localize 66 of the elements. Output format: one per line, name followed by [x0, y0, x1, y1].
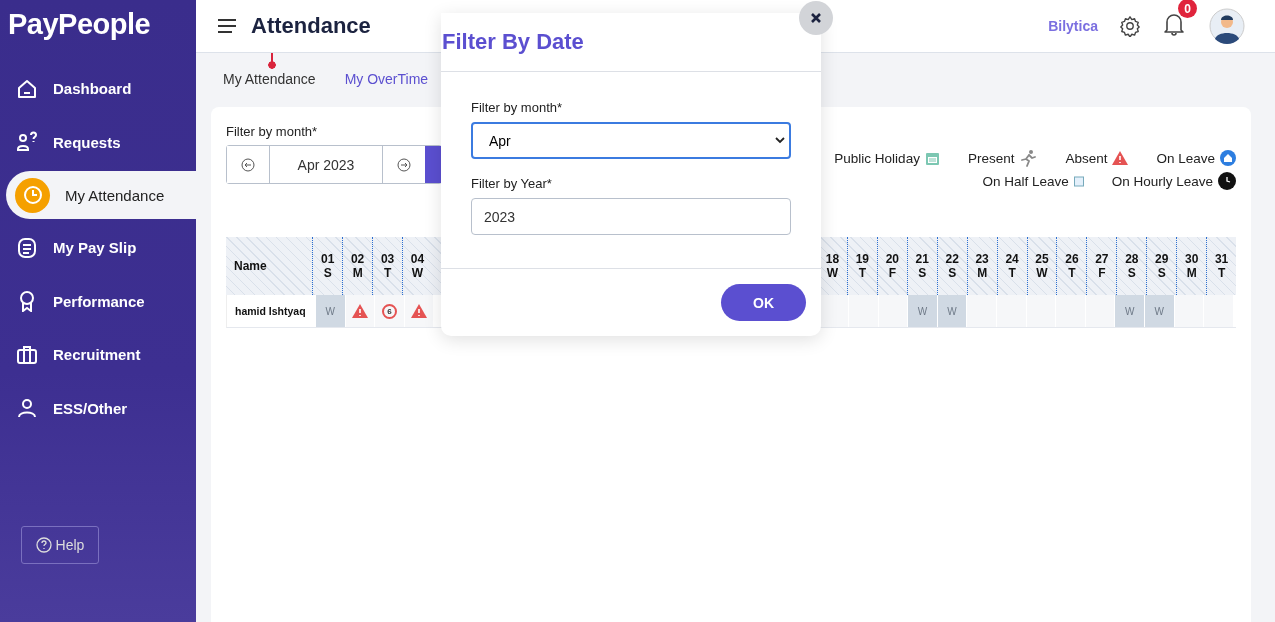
sidebar-item[interactable]: My Attendance [6, 171, 196, 219]
active-marker [268, 53, 276, 69]
late-badge: 6 [382, 303, 397, 319]
avatar-icon[interactable] [1209, 8, 1245, 44]
sidebar-item[interactable]: Performance [0, 274, 196, 328]
year-input[interactable]: 2023 [471, 198, 791, 235]
table-cell [1085, 295, 1115, 327]
month-select[interactable]: Apr [471, 122, 791, 159]
ok-button[interactable]: OK [721, 284, 806, 321]
table-cell [878, 295, 908, 327]
sidebar-item[interactable]: Recruitment [0, 328, 196, 382]
briefcase-icon [16, 343, 38, 366]
table-cell [848, 295, 878, 327]
legend-label: On Leave [1156, 150, 1215, 166]
legend-label: On Half Leave [982, 173, 1069, 189]
calendar-icon [1073, 175, 1084, 187]
table-cell [996, 295, 1026, 327]
help-button[interactable]: Help [21, 526, 99, 564]
weekend-cell: W [1115, 295, 1144, 327]
table-cell [1174, 295, 1204, 327]
table-cell [967, 295, 996, 327]
sidebar-item[interactable]: ESS/Other [0, 381, 196, 435]
dialog-title: Filter By Date [441, 13, 821, 72]
sidebar-item[interactable]: My Pay Slip [0, 221, 196, 275]
person-question-icon [16, 131, 38, 154]
clock-icon [15, 177, 50, 213]
weekend-cell: W [316, 295, 345, 327]
company-name[interactable]: Bilytica [1048, 18, 1098, 34]
legend-label: Public Holiday [834, 150, 920, 166]
page-title: Attendance [251, 13, 371, 39]
weekend-cell: W [1144, 295, 1174, 327]
filter-label: Filter by month* [226, 124, 319, 139]
weekend-cell: W [908, 295, 937, 327]
sidebar-item[interactable]: Dashboard [0, 62, 196, 116]
notification-badge: 0 [1178, 0, 1197, 18]
clock-icon [1218, 172, 1236, 190]
table-cell [1026, 295, 1056, 327]
tab[interactable]: My Attendance [223, 71, 316, 91]
warning-icon [1112, 151, 1129, 165]
table-cell [1204, 295, 1233, 327]
field-label: Filter by month* [471, 100, 564, 115]
field-label: Filter by Year* [471, 176, 553, 191]
paypeople-logo: PayPeople [7, 7, 152, 42]
settings-icon[interactable] [1119, 15, 1141, 37]
warning-icon [351, 304, 368, 318]
home-icon [1220, 150, 1236, 166]
chevron-down-icon [775, 137, 785, 144]
sidebar-item[interactable]: Requests [0, 115, 196, 169]
legend-label: Absent [1065, 150, 1108, 166]
menu-icon[interactable] [218, 19, 236, 33]
legend-label: Present [967, 150, 1015, 166]
warning-icon [411, 304, 428, 318]
home-icon [16, 77, 38, 100]
close-icon [810, 12, 822, 24]
column-header: Name [233, 258, 268, 275]
document-icon [16, 236, 38, 259]
running-person-icon [1019, 149, 1038, 167]
tab[interactable]: My OverTime [344, 71, 429, 91]
table-cell [1056, 295, 1085, 327]
bell-icon[interactable] [1163, 12, 1185, 36]
legend-label: On Hourly Leave [1111, 173, 1213, 189]
user-icon [16, 397, 38, 420]
weekend-cell: W [937, 295, 967, 327]
employee-name: hamid Ishtyaq [234, 304, 307, 319]
help-icon [35, 537, 52, 553]
calendar-icon [924, 150, 940, 166]
